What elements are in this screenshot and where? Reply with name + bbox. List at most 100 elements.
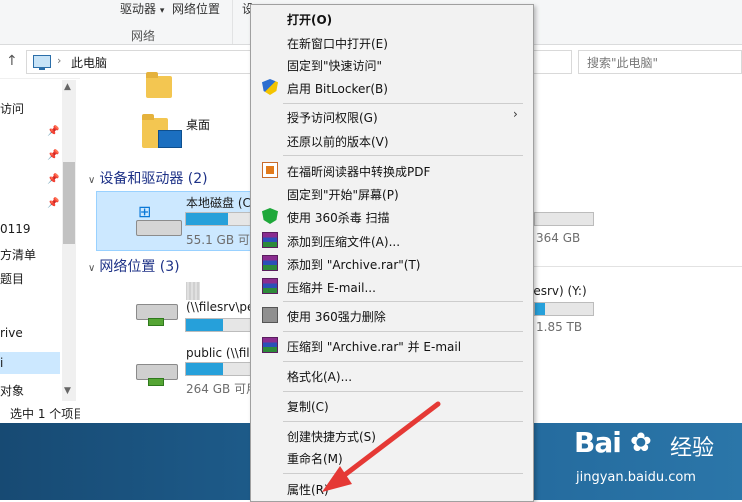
menu-item-360-scan[interactable]: 使用 360杀毒 扫描 [287,209,390,226]
winrar-icon [262,278,278,294]
menu-item-format[interactable]: 格式化(A)... [287,368,352,385]
chevron-right-icon: › [513,107,518,121]
network-drive-usage-fill [186,363,224,375]
second-drive-usage-bar [534,212,594,226]
menu-item-add-archive-rar[interactable]: 添加到 "Archive.rar"(T) [287,256,420,273]
menu-separator [283,301,523,302]
chevron-down-icon: ∨ [88,175,96,186]
windows-logo-icon: ⊞ [138,202,152,221]
nav-item-drive[interactable]: rive [0,326,23,340]
chevron-down-icon: ∨ [88,263,96,274]
nav-item-3d-objects[interactable]: 对象 [0,382,24,399]
menu-item-give-access[interactable]: 授予访问权限(G) [287,109,378,126]
menu-item-bitlocker[interactable]: 启用 BitLocker(B) [287,80,388,97]
desktop-icon [158,130,182,148]
network-drive-usage-fill [186,319,224,331]
drives-menu[interactable]: 驱动器 ▾ [120,0,164,17]
network-location-button[interactable]: 网络位置 [172,0,220,17]
menu-separator [283,391,523,392]
menu-item-create-shortcut[interactable]: 创建快捷方式(S) [287,428,376,445]
shield-icon [262,79,278,95]
shredder-icon [262,307,278,323]
pin-icon: 📌 [47,126,60,137]
section-divider [530,266,742,267]
scroll-up-arrow-icon[interactable]: ▲ [64,82,71,92]
network-location-label: 网络位置 [172,2,221,16]
nav-selection-highlight [0,352,60,374]
computer-icon [33,55,51,70]
nav-item-quick-access[interactable]: 访问 [0,100,24,117]
network-header-label: 网络位置 (3) [99,259,180,275]
network-drive-name: public (\\file [186,346,257,360]
local-disk-usage-fill [186,213,229,225]
pin-icon: 📌 [47,150,60,161]
local-disk-name: 本地磁盘 (C [186,196,251,210]
nav-item-folder[interactable]: 0119 [0,222,31,236]
menu-separator [283,421,523,422]
menu-item-add-archive[interactable]: 添加到压缩文件(A)... [287,233,400,250]
menu-item-pin-start[interactable]: 固定到"开始"屏幕(P) [287,186,399,203]
menu-separator [283,473,523,474]
menu-separator [283,155,523,156]
status-text: 选中 1 个项目 [10,407,86,421]
paw-icon: ✿ [630,428,652,458]
network-drive-right-usage-bar [534,302,594,316]
antivirus-icon [262,208,278,224]
up-arrow-icon[interactable]: ↑ [6,53,18,69]
network-drive-item[interactable]: public (\\file 264 GB 可用 [130,340,260,400]
pin-icon: 📌 [47,174,60,185]
second-drive-size: 364 GB [536,231,581,245]
nav-scrollbar-thumb[interactable] [63,162,75,244]
network-drive-usage-bar [185,362,255,376]
network-plug-icon [148,378,164,386]
network-drive-right-size: 1.85 TB [536,320,583,334]
menu-item-compress-email[interactable]: 压缩并 E-mail... [287,279,376,296]
menu-item-copy[interactable]: 复制(C) [287,398,329,415]
redacted-block [186,282,200,300]
ribbon-separator [232,0,233,44]
pin-icon: 📌 [47,198,60,209]
menu-item-restore-versions[interactable]: 还原以前的版本(V) [287,133,389,150]
menu-item-open[interactable]: 打开(O) [287,11,332,28]
desktop-label: 桌面 [186,118,211,132]
chevron-right-icon[interactable]: › [57,54,61,67]
menu-item-properties[interactable]: 属性(R) [287,481,329,498]
search-placeholder: 搜索"此电脑" [587,56,659,70]
menu-item-rename[interactable]: 重命名(M) [287,450,343,467]
menu-separator [283,361,523,362]
section-header-network[interactable]: ∨ 网络位置 (3) [88,256,180,276]
network-drive-right-name[interactable]: lesrv) (Y:) [530,284,587,298]
nav-item-folder[interactable]: 方清单 [0,246,36,263]
network-drive-right-usage-fill [535,303,546,315]
chevron-down-icon: ▾ [159,6,165,16]
menu-item-open-new-window[interactable]: 在新窗口中打开(E) [287,35,388,52]
network-drive-usage-bar [185,318,255,332]
network-plug-icon [148,318,164,326]
menu-item-compress-rar-email[interactable]: 压缩到 "Archive.rar" 并 E-mail [287,338,461,355]
navigation-pane: 访问 📌 📌 📌 📌 0119 方清单 题目 rive i 对象 ▲ ▼ [0,80,78,401]
menu-separator [283,331,523,332]
winrar-icon [262,337,278,353]
nav-item-folder[interactable]: 题目 [0,270,24,287]
network-drive-name: (\\filesrv\pe [186,300,255,314]
winrar-icon [262,232,278,248]
menu-item-convert-pdf[interactable]: 在福昕阅读器中转换成PDF [287,163,430,180]
menu-item-pin-quick-access[interactable]: 固定到"快速访问" [287,57,382,74]
drive-icon [136,220,182,236]
menu-item-360-delete[interactable]: 使用 360强力删除 [287,308,386,325]
section-header-devices[interactable]: ∨ 设备和驱动器 (2) [88,168,208,188]
devices-header-label: 设备和驱动器 (2) [99,171,208,187]
drives-label: 驱动器 [120,2,157,16]
watermark-brand: Bai [574,426,622,459]
breadcrumb[interactable]: 此电脑 [71,54,107,71]
pdf-icon [262,162,278,178]
desktop-folder-item[interactable]: 桌面 [136,108,256,158]
nav-item-this-pc[interactable]: i [0,356,3,370]
network-drive-item[interactable]: (\\filesrv\pe [130,282,260,342]
search-input[interactable]: 搜索"此电脑" [578,50,742,74]
scroll-down-arrow-icon[interactable]: ▼ [64,386,71,396]
baidu-watermark: Bai ✿ 经验 jingyan.baidu.com [570,420,742,500]
ribbon-group-label: 网络 [131,29,156,43]
network-drive-free: 264 GB 可用 [186,382,259,396]
context-menu: 打开(O) 在新窗口中打开(E) 固定到"快速访问" 启用 BitLocker(… [250,4,534,502]
